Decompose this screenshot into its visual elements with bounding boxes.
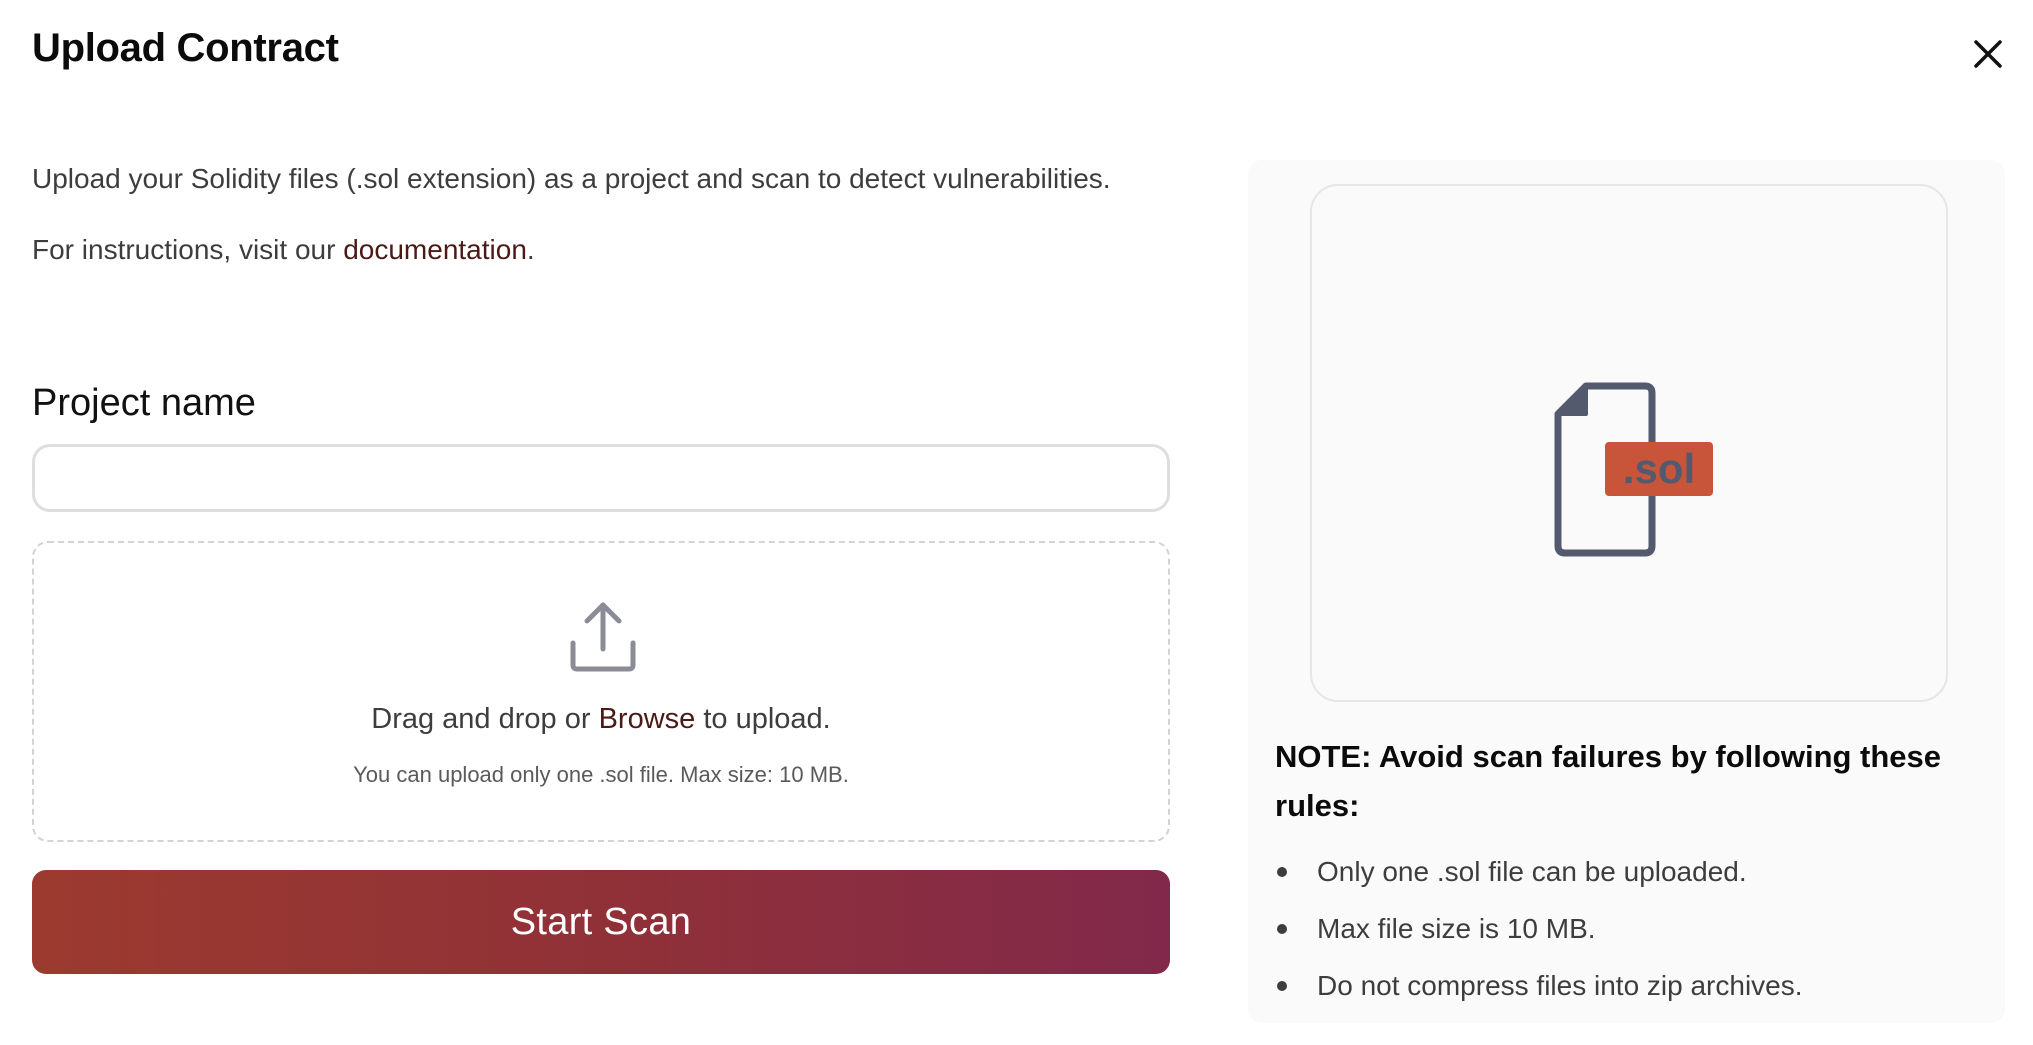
rules-panel: .sol NOTE: Avoid scan failures by follow… bbox=[1248, 160, 2005, 1023]
rule-text: Do not compress files into zip archives. bbox=[1317, 970, 1803, 1001]
browse-link[interactable]: Browse bbox=[599, 703, 696, 735]
rule-item: Do not compress files into zip archives. bbox=[1275, 957, 1803, 1014]
close-icon bbox=[1974, 40, 2002, 68]
rule-text: Max file size is 10 MB. bbox=[1317, 913, 1596, 944]
project-name-label: Project name bbox=[32, 382, 256, 424]
project-name-input[interactable] bbox=[32, 444, 1170, 512]
intro-description: Upload your Solidity files (.sol extensi… bbox=[32, 163, 1111, 194]
rules-list: Only one .sol file can be uploaded. Max … bbox=[1275, 843, 1803, 1014]
start-scan-button[interactable]: Start Scan bbox=[32, 870, 1170, 974]
file-dropzone[interactable]: Drag and drop or Browse to upload. You c… bbox=[32, 541, 1170, 842]
file-preview-card: .sol bbox=[1310, 184, 1948, 702]
bullet-icon bbox=[1277, 981, 1287, 991]
dropzone-text-prefix: Drag and drop or bbox=[371, 703, 599, 735]
modal-title: Upload Contract bbox=[32, 26, 339, 70]
upload-icon bbox=[568, 599, 638, 673]
sol-file-icon: .sol bbox=[1548, 380, 1718, 560]
dropzone-hint: You can upload only one .sol file. Max s… bbox=[353, 762, 849, 787]
sol-badge-text: .sol bbox=[1623, 445, 1695, 492]
documentation-link[interactable]: documentation bbox=[343, 234, 527, 265]
close-button[interactable] bbox=[1968, 34, 2008, 74]
bullet-icon bbox=[1277, 867, 1287, 877]
rule-text: Only one .sol file can be uploaded. bbox=[1317, 856, 1747, 887]
intro-instructions: For instructions, visit our documentatio… bbox=[32, 234, 535, 266]
dropzone-instructions: Drag and drop or Browse to upload. bbox=[34, 703, 1168, 736]
dropzone-text-suffix: to upload. bbox=[695, 703, 831, 735]
bullet-icon bbox=[1277, 924, 1287, 934]
note-title: NOTE: Avoid scan failures by following t… bbox=[1275, 739, 1942, 823]
instructions-prefix: For instructions, visit our bbox=[32, 234, 344, 265]
rule-item: Only one .sol file can be uploaded. bbox=[1275, 843, 1803, 900]
instructions-suffix: . bbox=[526, 234, 535, 265]
rule-item: Max file size is 10 MB. bbox=[1275, 900, 1803, 957]
